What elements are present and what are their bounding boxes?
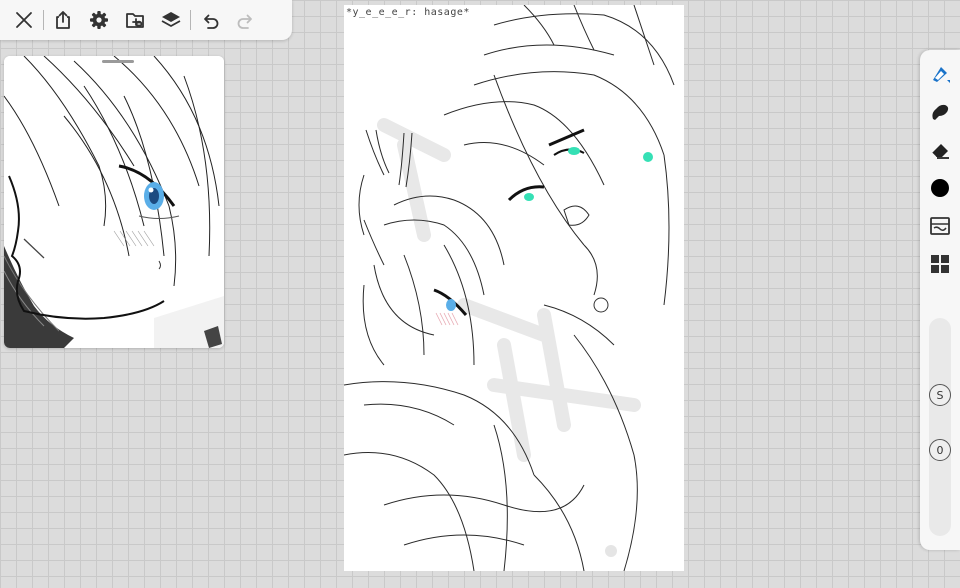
layers-button[interactable] (153, 2, 189, 38)
brush-size-knob[interactable]: S (929, 384, 951, 406)
settings-button[interactable] (81, 2, 117, 38)
brush-tool-button[interactable] (922, 58, 958, 90)
share-icon (56, 11, 70, 29)
close-button[interactable] (6, 2, 42, 38)
top-toolbar (0, 0, 292, 40)
gear-icon (90, 11, 108, 29)
signature-text: *y_e_e_e_r: hasage* (346, 7, 470, 18)
reference-image (4, 56, 224, 348)
brush-icon (933, 67, 950, 83)
smudge-tool-button[interactable] (922, 96, 958, 128)
reference-drag-handle[interactable] (102, 60, 134, 63)
color-swatch (931, 179, 949, 197)
reference-window[interactable] (4, 56, 224, 348)
gallery-button[interactable] (117, 2, 153, 38)
eraser-icon (931, 144, 949, 159)
filter-icon (930, 217, 950, 235)
redo-icon (237, 14, 252, 29)
undo-button[interactable] (192, 2, 228, 38)
color-picker-button[interactable] (922, 172, 958, 204)
gallery-icon (126, 13, 144, 28)
toolbar-divider (43, 10, 44, 30)
eraser-tool-button[interactable] (922, 134, 958, 166)
filter-tool-button[interactable] (922, 210, 958, 242)
apps-tool-button[interactable] (922, 248, 958, 280)
layers-icon (161, 12, 181, 27)
share-button[interactable] (45, 2, 81, 38)
brush-opacity-knob[interactable]: 0 (929, 439, 951, 461)
toolbar-divider (190, 10, 191, 30)
right-toolbar: S 0 (920, 50, 960, 550)
undo-icon (204, 14, 219, 29)
brush-size-slider-track[interactable] (929, 318, 951, 536)
drawing-canvas[interactable]: *y_e_e_e_r: hasage* (344, 5, 684, 571)
redo-button[interactable] (228, 2, 264, 38)
smudge-icon (932, 104, 949, 120)
line-art (344, 5, 684, 571)
apps-icon (931, 255, 949, 273)
close-icon (16, 12, 32, 28)
